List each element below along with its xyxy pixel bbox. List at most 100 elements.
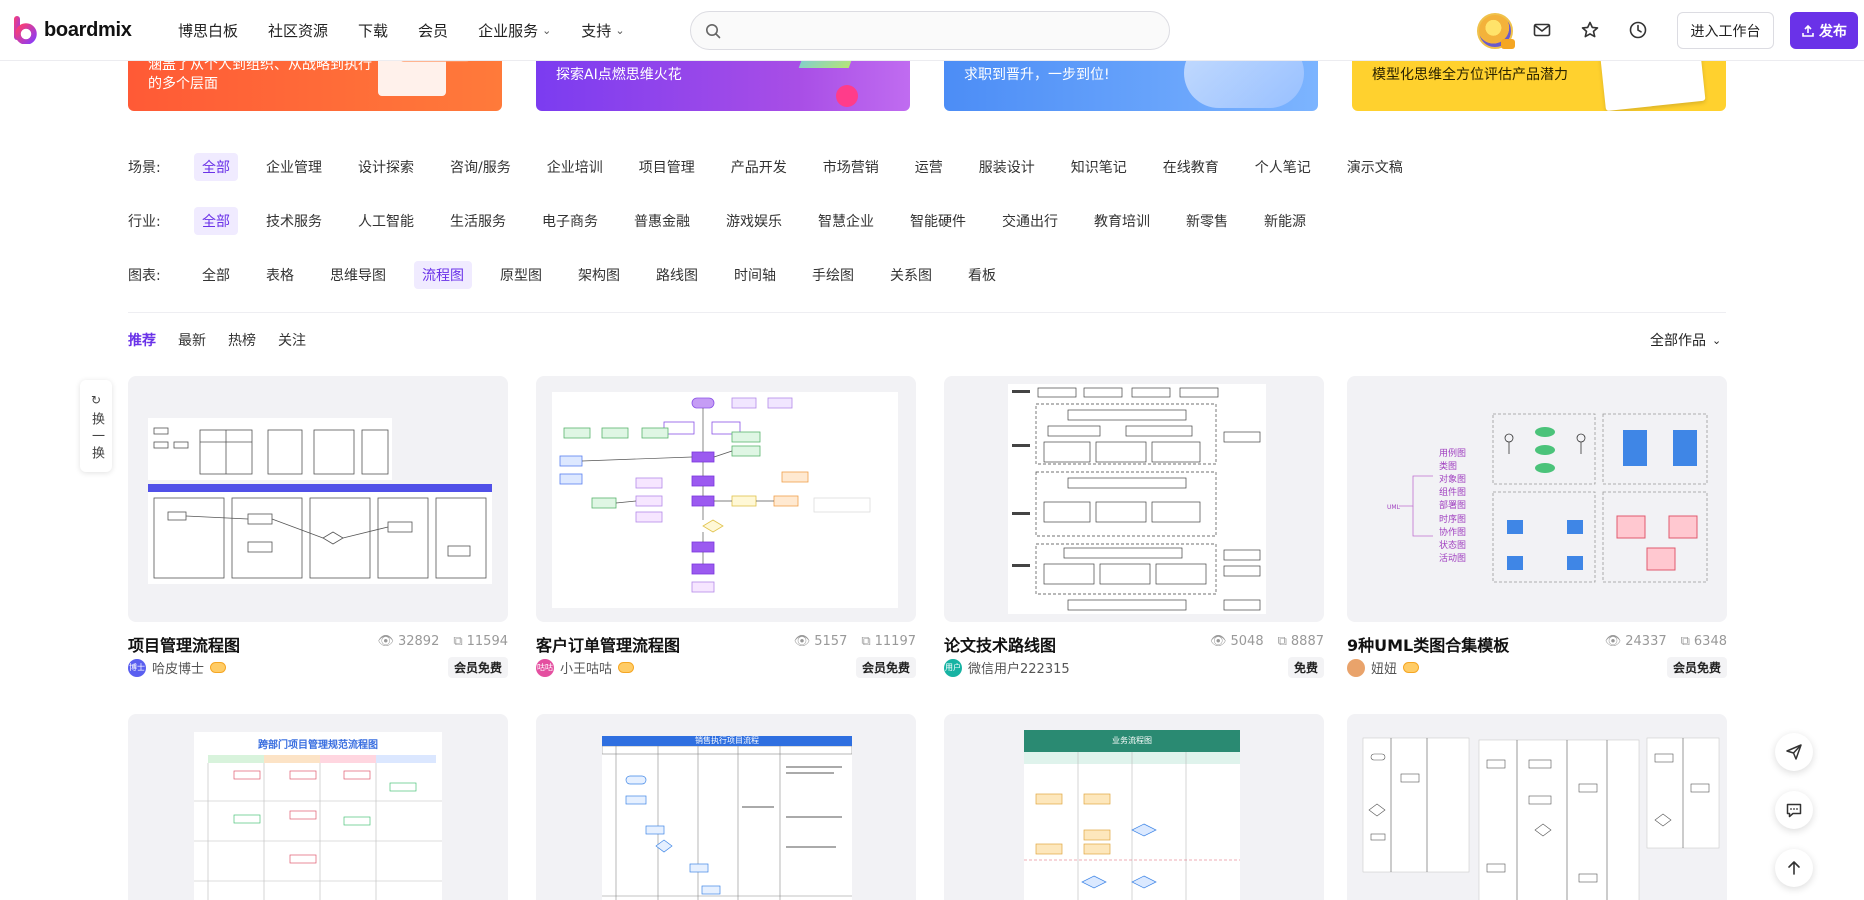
chat-button[interactable] xyxy=(1775,791,1813,829)
template-card[interactable]: 业务流程图 xyxy=(944,714,1324,900)
filter-chip[interactable]: 智慧企业 xyxy=(810,207,882,235)
vip-badge-icon xyxy=(1403,662,1420,673)
star-icon[interactable] xyxy=(1578,18,1602,42)
share-button[interactable] xyxy=(1775,733,1813,771)
filter-chip[interactable]: 服装设计 xyxy=(971,153,1043,181)
sort-tab[interactable]: 最新 xyxy=(178,330,206,350)
scope-dropdown[interactable]: 全部作品 ⌄ xyxy=(1650,330,1721,350)
filter-chip[interactable]: 智能硬件 xyxy=(902,207,974,235)
filter-chip[interactable]: 新零售 xyxy=(1178,207,1236,235)
thumbnail-sheet: 跨部门项目管理规范流程图 xyxy=(194,732,442,900)
user-avatar[interactable] xyxy=(1477,13,1515,49)
filter-chip[interactable]: 流程图 xyxy=(414,261,472,289)
filter-chip[interactable]: 关系图 xyxy=(882,261,940,289)
filter-chip[interactable]: 游戏娱乐 xyxy=(718,207,790,235)
filter-chip[interactable]: 运营 xyxy=(907,153,951,181)
filter-chip[interactable]: 路线图 xyxy=(648,261,706,289)
filter-chip[interactable]: 演示文稿 xyxy=(1339,153,1411,181)
publish-label: 发布 xyxy=(1819,23,1847,40)
refresh-icon: ↻ xyxy=(90,393,102,407)
thumbnail-sheet xyxy=(148,484,492,584)
card-author[interactable]: 妞妞 xyxy=(1347,658,1420,677)
sort-tab[interactable]: 推荐 xyxy=(128,330,156,350)
filter-chip[interactable]: 架构图 xyxy=(570,261,628,289)
filter-chip[interactable]: 全部 xyxy=(194,261,238,289)
card-title[interactable]: 项目管理流程图 xyxy=(128,632,240,656)
filter-chip[interactable]: 产品开发 xyxy=(723,153,795,181)
filter-chip[interactable]: 市场营销 xyxy=(815,153,887,181)
filter-industry: 行业: 全部 技术服务 人工智能 生活服务 电子商务 普惠金融 游戏娱乐 智慧企… xyxy=(128,206,1334,236)
filter-chip[interactable]: 看板 xyxy=(960,261,1004,289)
nav-item-community[interactable]: 社区资源 xyxy=(268,20,328,41)
card-thumbnail[interactable] xyxy=(128,376,508,622)
card-title[interactable]: 论文技术路线图 xyxy=(944,632,1056,656)
filter-chip[interactable]: 原型图 xyxy=(492,261,550,289)
filter-chip[interactable]: 电子商务 xyxy=(534,207,606,235)
clock-icon[interactable] xyxy=(1626,18,1650,42)
filter-chip[interactable]: 设计探索 xyxy=(350,153,422,181)
refresh-button[interactable]: ↻ 换一换 xyxy=(80,380,112,472)
card-author[interactable]: 咕咕 小王咕咕 xyxy=(536,658,635,677)
card-thumbnail[interactable]: 跨部门项目管理规范流程图 xyxy=(128,714,508,900)
publish-button[interactable]: 发布 xyxy=(1790,12,1858,49)
filter-chip[interactable]: 交通出行 xyxy=(994,207,1066,235)
template-card[interactable]: 论文技术路线图 👁 5048 ⧉ 8887 用户 微信用户222315 免费 xyxy=(944,376,1324,678)
filter-chip[interactable]: 个人笔记 xyxy=(1247,153,1319,181)
filter-chip[interactable]: 企业培训 xyxy=(539,153,611,181)
filter-chip[interactable]: 技术服务 xyxy=(258,207,330,235)
back-to-top-button[interactable] xyxy=(1775,849,1813,887)
template-card[interactable]: 销售执行项目流程 xyxy=(536,714,916,900)
filter-chip[interactable]: 知识笔记 xyxy=(1063,153,1135,181)
sort-tab[interactable]: 关注 xyxy=(278,330,306,350)
mail-icon[interactable] xyxy=(1530,18,1554,42)
filter-chip[interactable]: 企业管理 xyxy=(258,153,330,181)
card-thumbnail[interactable]: 销售执行项目流程 xyxy=(536,714,916,900)
filter-chip[interactable]: 教育培训 xyxy=(1086,207,1158,235)
nav-label: 社区资源 xyxy=(268,22,329,40)
card-author[interactable]: 用户 微信用户222315 xyxy=(944,658,1070,677)
template-card[interactable]: 客户订单管理流程图 👁 5157 ⧉ 11197 咕咕 小王咕咕 会员免费 xyxy=(536,376,916,678)
brand-logo[interactable]: boardmix xyxy=(12,16,132,44)
card-thumbnail[interactable] xyxy=(1347,714,1727,900)
filter-chip[interactable]: 人工智能 xyxy=(350,207,422,235)
card-thumbnail[interactable]: 用例图 类图 对象图 组件图 部署图 时序图 协作图 状态图 活动图 UML xyxy=(1347,376,1727,622)
sort-tab[interactable]: 热榜 xyxy=(228,330,256,350)
main-nav: 博思白板 社区资源 下载 会员 企业服务 ⌄ 支持 ⌄ xyxy=(178,0,655,61)
banner-text: 求职到晋升，一步到位! xyxy=(964,67,1110,83)
filter-chip[interactable]: 生活服务 xyxy=(442,207,514,235)
template-card[interactable]: 用例图 类图 对象图 组件图 部署图 时序图 协作图 状态图 活动图 UML 9种UML类图合… xyxy=(1347,376,1727,678)
nav-item-download[interactable]: 下载 xyxy=(358,20,388,41)
nav-item-enterprise[interactable]: 企业服务 ⌄ xyxy=(478,20,551,41)
template-card[interactable]: 跨部门项目管理规范流程图 xyxy=(128,714,508,900)
filter-chip[interactable]: 项目管理 xyxy=(631,153,703,181)
filter-chip[interactable]: 在线教育 xyxy=(1155,153,1227,181)
filter-chip[interactable]: 全部 xyxy=(194,153,238,181)
filter-chip[interactable]: 表格 xyxy=(258,261,302,289)
nav-item-support[interactable]: 支持 ⌄ xyxy=(581,20,624,41)
filter-chip[interactable]: 普惠金融 xyxy=(626,207,698,235)
filter-chip[interactable]: 新能源 xyxy=(1256,207,1314,235)
svg-text:类图: 类图 xyxy=(1439,460,1457,472)
template-card[interactable] xyxy=(1347,714,1727,900)
card-author[interactable]: 博士 哈皮博士 xyxy=(128,658,227,677)
filter-chip[interactable]: 思维导图 xyxy=(322,261,394,289)
refresh-label: 换一换 xyxy=(89,412,104,463)
filter-chip[interactable]: 咨询/服务 xyxy=(442,153,519,181)
card-title[interactable]: 9种UML类图合集模板 xyxy=(1347,632,1509,656)
filter-chip[interactable]: 全部 xyxy=(194,207,238,235)
filter-label: 行业: xyxy=(128,214,161,230)
search-box[interactable] xyxy=(690,11,1170,50)
card-thumbnail[interactable] xyxy=(944,376,1324,622)
template-card[interactable]: 项目管理流程图 👁 32892 ⧉ 11594 博士 哈皮博士 会员免费 xyxy=(128,376,508,678)
boardmix-logo-icon xyxy=(14,16,37,44)
workbench-button[interactable]: 进入工作台 xyxy=(1677,12,1774,49)
banner-illustration xyxy=(836,85,858,107)
card-thumbnail[interactable] xyxy=(536,376,916,622)
nav-item-whiteboard[interactable]: 博思白板 xyxy=(178,20,238,41)
filter-chip[interactable]: 时间轴 xyxy=(726,261,784,289)
card-thumbnail[interactable]: 业务流程图 xyxy=(944,714,1324,900)
card-title[interactable]: 客户订单管理流程图 xyxy=(536,632,680,656)
nav-item-membership[interactable]: 会员 xyxy=(418,20,448,41)
search-input[interactable] xyxy=(729,22,1169,39)
filter-chip[interactable]: 手绘图 xyxy=(804,261,862,289)
